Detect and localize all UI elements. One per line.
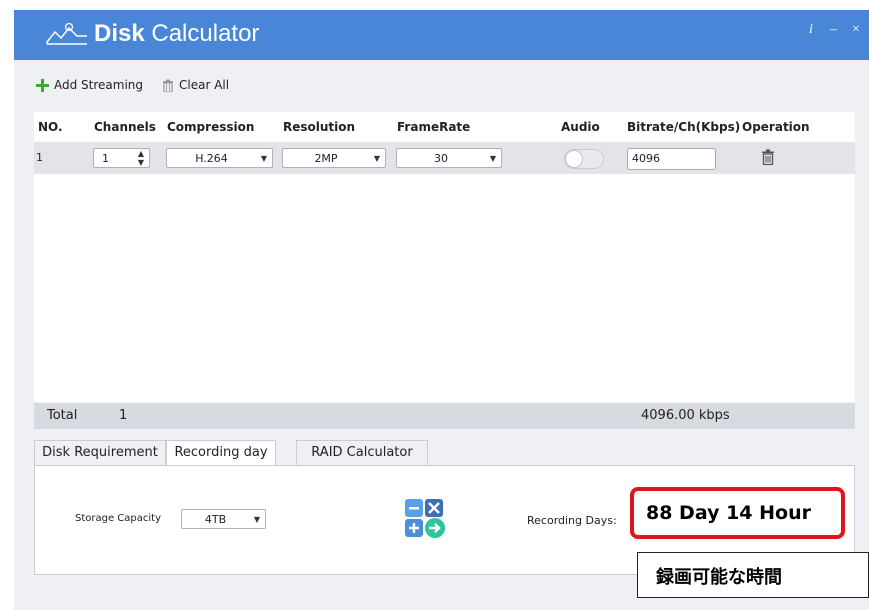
tab-recording-day[interactable]: Recording day (166, 440, 276, 467)
calculator-icon[interactable] (405, 499, 449, 539)
col-framerate: FrameRate (397, 120, 471, 134)
compression-value: H.264 (195, 151, 228, 165)
resolution-select[interactable]: 2MP ▼ (282, 148, 386, 168)
clear-all-label: Clear All (179, 78, 230, 92)
add-streaming-button[interactable]: Add Streaming (36, 78, 143, 92)
toggle-knob (565, 150, 583, 168)
col-resolution: Resolution (283, 120, 356, 134)
toolbar: Add Streaming Clear All (14, 60, 869, 116)
disk-logo-icon (46, 22, 87, 45)
storage-capacity-select[interactable]: 4TB ▼ (181, 509, 266, 529)
table-row: 1 1 ▲ ▼ H.264 ▼ 2MP ▼ 30 ▼ 4096 (34, 142, 855, 174)
col-channels: Channels (94, 120, 156, 134)
col-bitrate: Bitrate/Ch(Kbps) (627, 120, 741, 134)
recording-days-label: Recording Days: (527, 514, 617, 527)
app-title: Disk Calculator (94, 20, 260, 47)
col-no: NO. (38, 120, 63, 134)
compression-select[interactable]: H.264 ▼ (166, 148, 273, 168)
chevron-down-icon: ▼ (253, 514, 261, 524)
title-bar: Disk Calculator i – × (14, 10, 869, 60)
delete-row-icon[interactable] (761, 149, 775, 169)
row-number: 1 (36, 151, 43, 164)
trash-icon (162, 79, 174, 92)
framerate-select[interactable]: 30 ▼ (396, 148, 502, 168)
storage-capacity-value: 4TB (204, 512, 227, 526)
channels-value: 1 (102, 151, 109, 165)
spinner-arrows-icon: ▲ ▼ (137, 149, 145, 167)
audio-toggle[interactable] (564, 149, 604, 169)
recording-days-highlight: 88 Day 14 Hour (630, 487, 845, 539)
add-streaming-label: Add Streaming (54, 78, 144, 92)
close-button[interactable]: × (852, 22, 860, 38)
clear-all-button[interactable]: Clear All (162, 78, 229, 92)
disk-calculator-window: Disk Calculator i – × Add Streaming Clea… (14, 10, 869, 610)
total-bar: Total 1 4096.00 kbps (34, 403, 855, 429)
recording-days-value: 88 Day 14 Hour (646, 502, 811, 524)
col-operation: Operation (742, 120, 810, 134)
chevron-down-icon: ▼ (373, 153, 381, 163)
info-button[interactable]: i (809, 22, 813, 38)
chevron-down-icon: ▼ (260, 153, 268, 163)
storage-capacity-label: Storage Capacity (75, 513, 162, 524)
chevron-down-icon: ▼ (489, 153, 497, 163)
framerate-value: 30 (434, 151, 448, 165)
col-compression: Compression (167, 120, 255, 134)
col-audio: Audio (561, 120, 600, 134)
plus-icon (36, 78, 49, 92)
tab-raid-calculator[interactable]: RAID Calculator (296, 440, 428, 465)
annotation-text: 録画可能な時間 (656, 567, 782, 588)
resolution-value: 2MP (314, 151, 338, 165)
channels-spinner[interactable]: 1 ▲ ▼ (93, 148, 150, 168)
minimize-button[interactable]: – (830, 22, 837, 38)
streaming-table: NO. Channels Compression Resolution Fram… (34, 112, 855, 402)
total-channels: 1 (119, 408, 128, 423)
annotation-note: 録画可能な時間 (637, 552, 869, 598)
tab-bar: Disk Requirement Recording day RAID Calc… (34, 440, 855, 467)
total-bitrate: 4096.00 kbps (641, 408, 730, 423)
tab-disk-requirement[interactable]: Disk Requirement (34, 440, 166, 465)
bitrate-input[interactable]: 4096 (627, 148, 716, 170)
total-label: Total (47, 408, 78, 423)
table-header: NO. Channels Compression Resolution Fram… (34, 112, 855, 142)
